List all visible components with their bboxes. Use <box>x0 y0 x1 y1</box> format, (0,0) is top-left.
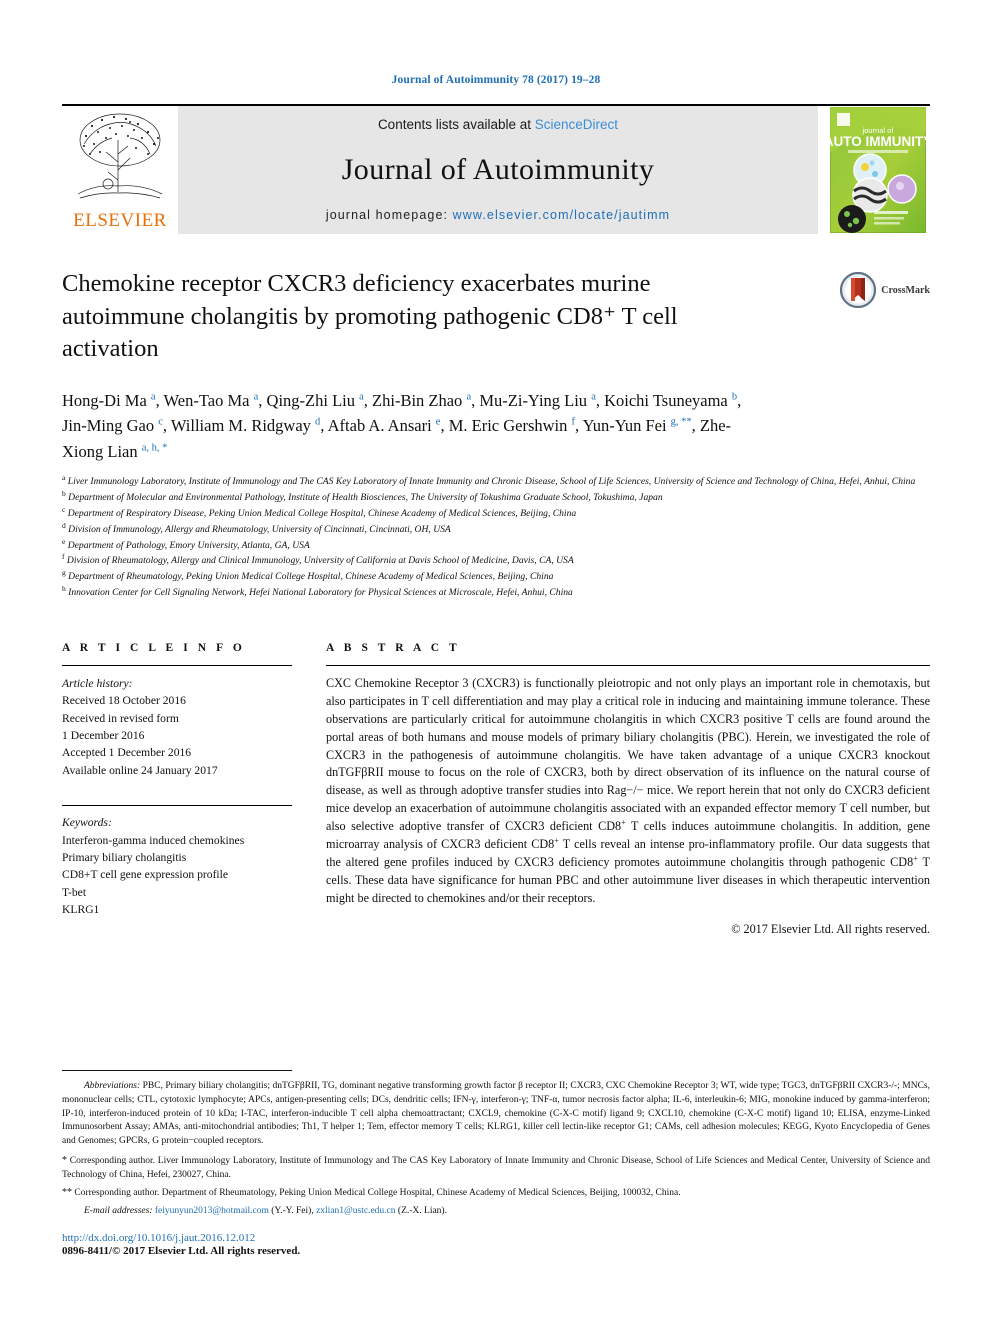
keyword-item: CD8+T cell gene expression profile <box>62 868 229 882</box>
title-column: Chemokine receptor CXCR3 deficiency exac… <box>62 268 810 366</box>
corresponding-marker-2: ** <box>62 1187 72 1199</box>
page-title: Chemokine receptor CXCR3 deficiency exac… <box>62 270 678 363</box>
doi-link[interactable]: http://dx.doi.org/10.1016/j.jaut.2016.12… <box>62 1232 930 1244</box>
abstract-heading: A B S T R A C T <box>326 641 461 654</box>
crossmark-badge[interactable]: CrossMark <box>810 268 930 366</box>
keyword-item: Primary biliary cholangitis <box>62 850 187 864</box>
keywords-rule <box>62 805 292 807</box>
keywords-block: Keywords: Interferon-gamma induced chemo… <box>62 805 292 918</box>
email-link-2[interactable]: zxlian1@ustc.edu.cn <box>316 1206 395 1216</box>
article-info-section: A R T I C L E I N F O Article history: R… <box>62 642 292 937</box>
affiliation-list: a Liver Immunology Laboratory, Institute… <box>62 473 930 599</box>
journal-name: Journal of Autoimmunity <box>341 153 655 186</box>
doi-block: http://dx.doi.org/10.1016/j.jaut.2016.12… <box>62 1232 930 1257</box>
affiliation-item: c Department of Respiratory Disease, Pek… <box>62 505 577 520</box>
history-line: 1 December 2016 <box>62 728 145 742</box>
affiliation-item: e Department of Pathology, Emory Univers… <box>62 536 310 551</box>
footnote-rule <box>62 1070 292 1072</box>
footnotes-section: Abbreviations: PBC, Primary biliary chol… <box>62 1070 930 1257</box>
contents-prefix: Contents lists available at <box>377 117 535 132</box>
history-line: Accepted 1 December 2016 <box>62 746 192 760</box>
affiliation-item: h Innovation Center for Cell Signaling N… <box>62 584 573 599</box>
crossmark-icon <box>840 272 877 308</box>
corresponding-marker-1: * <box>62 1154 67 1166</box>
article-first-page: Journal of Autoimmunity 78 (2017) 19–28 <box>0 0 992 1323</box>
article-history-block: Article history: Received 18 October 201… <box>62 675 292 779</box>
abbreviations-text: PBC, Primary biliary cholangitis; dnTGFβ… <box>62 1081 930 1147</box>
journal-homepage-line: journal homepage: www.elsevier.com/locat… <box>326 208 670 222</box>
history-line: Available online 24 January 2017 <box>62 763 218 777</box>
email-attrib-2: (Z.-X. Lian). <box>397 1206 447 1217</box>
affiliation-item: f Division of Rheumatology, Allergy and … <box>62 552 574 567</box>
keyword-item: KLRG1 <box>62 903 100 917</box>
journal-cover-image: journal of AUTO IMMUNITY <box>830 107 926 233</box>
email-attrib-1: (Y.-Y. Fei), <box>271 1206 314 1217</box>
abstract-rule <box>326 664 930 666</box>
author-list: Hong-Di Ma a, Wen-Tao Ma a, Qing-Zhi Liu… <box>62 390 742 461</box>
elsevier-tree-icon <box>77 113 163 199</box>
elsevier-wordmark: ELSEVIER <box>73 210 167 231</box>
corresponding-text-2: Corresponding author. Department of Rheu… <box>74 1188 681 1199</box>
abstract-copyright: © 2017 Elsevier Ltd. All rights reserved… <box>731 921 930 936</box>
article-info-rule <box>62 664 292 666</box>
corresponding-author-1: * Corresponding author. Liver Immunology… <box>62 1154 930 1183</box>
corresponding-author-2: ** Corresponding author. Department of R… <box>62 1186 930 1201</box>
crossmark-label: CrossMark <box>881 284 930 296</box>
article-info-heading: A R T I C L E I N F O <box>62 641 246 654</box>
elsevier-logo: ELSEVIER <box>62 106 178 234</box>
contents-available-line: Contents lists available at ScienceDirec… <box>378 117 618 132</box>
email-addresses-footnote: E-mail addresses: feiyunyun2013@hotmail.… <box>62 1205 930 1219</box>
affiliation-item: a Liver Immunology Laboratory, Institute… <box>62 473 916 488</box>
email-label: E-mail addresses: <box>84 1206 153 1217</box>
affiliation-item: g Department of Rheumatology, Peking Uni… <box>62 568 554 583</box>
abstract-text: CXC Chemokine Receptor 3 (CXCR3) is func… <box>326 675 931 906</box>
abbreviations-footnote: Abbreviations: PBC, Primary biliary chol… <box>62 1080 930 1149</box>
history-line: Received in revised form <box>62 711 179 725</box>
abstract-section: A B S T R A C T CXC Chemokine Receptor 3… <box>326 642 930 937</box>
corresponding-text-1: Corresponding author. Liver Immunology L… <box>62 1155 930 1180</box>
journal-cover-thumbnail: journal of AUTO IMMUNITY <box>826 106 930 234</box>
article-history-label: Article history: <box>62 676 133 690</box>
issn-copyright-line: 0896-8411/© 2017 Elsevier Ltd. All right… <box>62 1245 301 1257</box>
svg-text:AUTO IMMUNITY: AUTO IMMUNITY <box>830 134 926 149</box>
journal-band: Contents lists available at ScienceDirec… <box>178 106 818 234</box>
running-head: Journal of Autoimmunity 78 (2017) 19–28 <box>391 74 601 86</box>
abbreviations-label: Abbreviations: <box>84 1081 141 1092</box>
email-link-1[interactable]: feiyunyun2013@hotmail.com <box>155 1206 269 1216</box>
keyword-item: Interferon-gamma induced chemokines <box>62 833 245 847</box>
journal-homepage-link[interactable]: www.elsevier.com/locate/jautimm <box>453 208 671 222</box>
title-row: Chemokine receptor CXCR3 deficiency exac… <box>62 268 930 366</box>
journal-masthead: ELSEVIER Contents lists available at Sci… <box>62 104 930 234</box>
keyword-item: T-bet <box>62 885 87 899</box>
affiliation-item: d Division of Immunology, Allergy and Rh… <box>62 520 451 535</box>
sciencedirect-link[interactable]: ScienceDirect <box>535 117 618 132</box>
affiliation-item: b Department of Molecular and Environmen… <box>62 489 663 504</box>
homepage-prefix: journal homepage: <box>325 208 453 222</box>
history-line: Received 18 October 2016 <box>62 694 186 708</box>
keywords-label: Keywords: <box>62 816 112 830</box>
info-abstract-row: A R T I C L E I N F O Article history: R… <box>62 642 930 937</box>
